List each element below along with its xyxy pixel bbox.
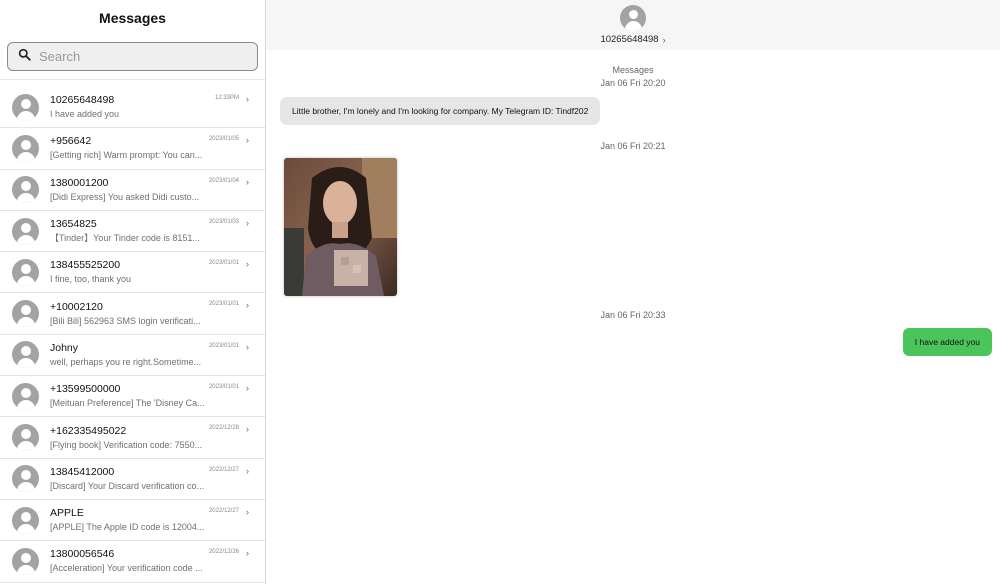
messages-app: Messages 10265648498 I have added you 12:… [0,0,1000,584]
avatar [12,547,39,575]
conversation-name: 138455525200 [50,259,121,272]
conversation-name: 13654825 [50,218,97,231]
conversation-name: +13599500000 [50,383,121,396]
conversation-date: 2022/12/28 [208,425,239,432]
conversation-preview: [Flying book] Verification code: 7550... [50,439,203,450]
conversation-name: 1380001200 [50,176,109,189]
contact-avatar[interactable] [620,5,646,31]
conversation-preview: [Didi Express] You asked Didi custo... [50,191,200,202]
incoming-message[interactable]: Little brother, I'm lonely and I'm looki… [280,97,601,125]
avatar [12,300,39,328]
conversation-name: Johny [50,341,79,354]
avatar [12,93,39,121]
conversation-date: 2022/12/27 [208,507,239,514]
sidebar-title: Messages [99,10,166,26]
conversation-date: 2023/01/05 [208,136,239,143]
avatar [12,382,39,410]
conversation-item[interactable]: 138455525200 I fine, too, thank you 2023/… [0,252,265,294]
chevron-right-icon: › [246,383,249,394]
timestamp: Jan 06 Fri 20:21 [600,141,666,151]
avatar [12,341,39,369]
conversation-date: 12:33PM [214,95,239,101]
avatar [12,506,39,534]
conversation-preview: [Bili Bili] 562963 SMS login verificati.… [50,315,201,326]
conversation-item[interactable]: 13654825 【Tinder】Your Tinder code is 8151… [0,211,265,253]
conversation-preview: [Acceleration] Your verification code ..… [50,563,203,574]
conversation-item[interactable]: +956642 [Getting rich] Warm prompt: You c… [0,128,265,170]
chevron-right-icon[interactable]: › [663,35,666,45]
avatar [12,258,39,286]
contact-name[interactable]: 10265648498 [600,34,658,45]
service-label: Messages [612,65,654,75]
conversation-name: +10002120 [50,300,103,313]
conversation-date: 2022/12/27 [208,466,239,473]
chevron-right-icon: › [246,135,249,146]
search-container [0,36,265,80]
chevron-right-icon: › [246,94,249,104]
conversation-item[interactable]: +10002120 [Bili Bili] 562963 SMS login ve… [0,293,265,335]
timestamp: Jan 06 Fri 20:20 [600,78,666,88]
conversation-item[interactable]: APPLE [APPLE] The Apple ID code is 12004.… [0,500,265,542]
photo-attachment[interactable] [284,158,397,296]
conversation-preview: well, perhaps you re right.Sometime... [50,356,202,367]
conversation-name: +956642 [50,135,92,148]
conversation-preview: [Discard] Your Discard verification co..… [50,480,205,491]
search-icon [18,48,31,66]
chevron-right-icon: › [246,465,249,476]
conversation-item[interactable]: +162335495022 [Flying book] Verification … [0,417,265,459]
conversation-name: APPLE [50,507,84,520]
conversation-preview: I fine, too, thank you [50,274,132,285]
chat-pane: 10265648498 › Messages Jan 06 Fri 20:20 … [266,0,1000,584]
conversation-date: 2023/01/01 [208,301,239,308]
conversation-date: 2023/01/01 [208,342,239,349]
conversation-item[interactable]: +13599500000 [Meituan Preference] The 'Di… [0,376,265,418]
avatar [12,176,39,204]
avatar [12,217,39,245]
search-box[interactable] [7,42,258,71]
conversation-preview: I have added you [50,109,120,120]
conversation-preview: [Meituan Preference] The 'Disney Ca... [50,398,205,409]
conversation-item[interactable]: 10265648498 I have added you 12:33PM › [0,87,265,129]
chevron-right-icon: › [246,217,249,228]
conversation-item[interactable]: 13800056546 [Acceleration] Your verificat… [0,541,265,583]
chat-header[interactable]: 10265648498 › [266,0,1000,50]
outgoing-message[interactable]: I have added you [902,328,992,356]
chevron-right-icon: › [246,341,249,352]
chevron-right-icon: › [246,300,249,311]
conversation-name: 10265648498 [50,94,115,107]
conversation-list: 10265648498 I have added you 12:33PM › +9… [0,80,265,584]
chevron-right-icon: › [246,259,249,270]
conversation-date: 2023/01/04 [208,177,239,184]
conversation-item[interactable]: Johny well, perhaps you re right.Sometime… [0,335,265,377]
conversation-item[interactable]: 13845412000 [Discard] Your Discard verifi… [0,459,265,500]
search-input[interactable] [39,49,229,64]
conversation-date: 2023/01/01 [208,384,239,391]
conversation-name: +162335495022 [50,424,127,437]
sidebar: Messages 10265648498 I have added you 12:… [0,0,266,584]
avatar [12,465,39,493]
conversation-preview: [APPLE] The Apple ID code is 12004... [50,522,205,533]
avatar [12,424,39,452]
avatar [12,134,39,162]
chevron-right-icon: › [246,176,249,187]
chevron-right-icon: › [246,424,249,435]
conversation-name: 13800056546 [50,548,115,561]
conversation-date: 2023/01/03 [208,218,239,225]
chevron-right-icon: › [246,548,249,559]
conversation-item[interactable]: 1380001200 [Didi Express] You asked Didi … [0,170,265,211]
conversation-date: 2022/12/26 [208,549,239,556]
conversation-name: 13845412000 [50,465,115,478]
timestamp: Jan 06 Fri 20:33 [600,310,666,320]
conversation-preview: 【Tinder】Your Tinder code is 8151... [50,233,200,244]
conversation-date: 2023/01/01 [208,260,239,267]
chevron-right-icon: › [246,506,249,517]
message-thread: Messages Jan 06 Fri 20:20 Little brother… [266,50,1000,584]
conversation-preview: [Getting rich] Warm prompt: You can... [50,150,203,161]
